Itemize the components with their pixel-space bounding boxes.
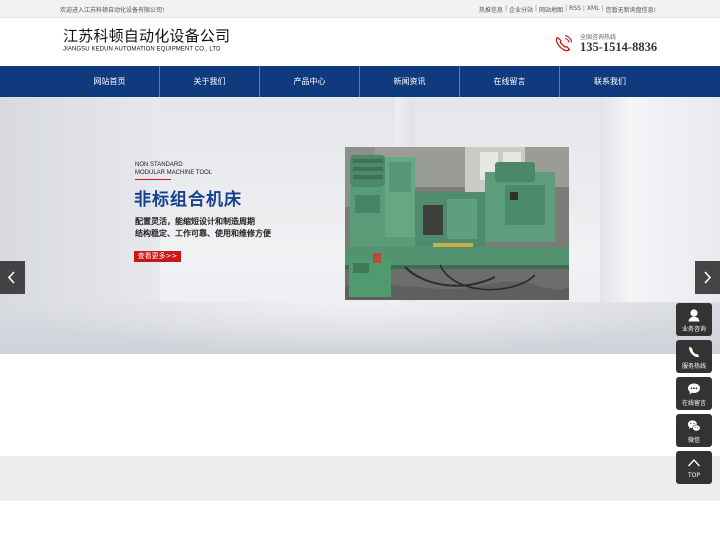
page: 欢迎进入江苏科顿自动化设备有限公司! 热推信息 | 企业分站 | 网站地图 | … xyxy=(0,0,720,540)
nav-item-products[interactable]: 产品中心 xyxy=(260,66,360,97)
phone-icon xyxy=(689,346,700,358)
chat-bubble-icon xyxy=(688,383,700,395)
content-band xyxy=(0,456,720,501)
banner-description-line-1: 配置灵活，能缩短设计和制造周期 xyxy=(135,217,255,226)
view-more-button[interactable]: 查看更多>> xyxy=(134,251,181,262)
side-button-label: 在线留言 xyxy=(681,400,706,407)
hero-banner: NON STANDARD MODULAR MACHINE TOOL 非标组合机床… xyxy=(0,97,720,354)
side-button-back-to-top[interactable]: TOP xyxy=(676,451,712,484)
main-nav: 网站首页 关于我们 产品中心 新闻资讯 在线留言 联系我们 xyxy=(0,66,720,97)
chevron-right-icon xyxy=(704,271,712,284)
machine-tool-photo xyxy=(345,147,569,300)
banner-english-line-1: NON STANDARD xyxy=(135,162,183,168)
banner-description: 配置灵活，能缩短设计和制造周期 结构稳定、工作可靠、使用和维修方便 xyxy=(135,216,271,240)
top-link-rss[interactable]: RSS xyxy=(569,5,581,14)
side-button-label: TOP xyxy=(687,472,700,479)
side-button-wechat[interactable]: 微信 xyxy=(676,414,712,447)
top-link-xml[interactable]: XML xyxy=(587,5,600,14)
nav-item-message[interactable]: 在线留言 xyxy=(460,66,560,97)
logo-company-name: 江苏科顿自动化设备公司 xyxy=(63,27,231,45)
banner-red-divider xyxy=(135,179,171,180)
user-icon xyxy=(688,309,700,322)
side-button-label: 服务热线 xyxy=(681,363,706,370)
side-button-online-message[interactable]: 在线留言 xyxy=(676,377,712,410)
logo-english-name: JIANGSU KEDUN AUTOMATION EQUIPMENT CO., … xyxy=(63,46,221,53)
banner-prev-button[interactable] xyxy=(0,261,25,294)
phone-icon xyxy=(555,35,573,52)
nav-item-about[interactable]: 关于我们 xyxy=(160,66,260,97)
hotline: 全国咨询热线 135-1514-8836 xyxy=(553,32,673,58)
top-links: 热推信息 | 企业分站 | 网站地图 | RSS | XML | 您暂无新询盘信… xyxy=(479,5,656,14)
chevron-up-icon xyxy=(687,458,701,467)
logo[interactable]: 江苏科顿自动化设备公司 JIANGSU KEDUN AUTOMATION EQU… xyxy=(63,28,230,53)
header: 江苏科顿自动化设备公司 JIANGSU KEDUN AUTOMATION EQU… xyxy=(0,18,720,66)
banner-english-line-2: MODULAR MACHINE TOOL xyxy=(135,170,213,176)
top-link-substations[interactable]: 企业分站 xyxy=(509,5,533,14)
side-button-service-hotline[interactable]: 服务热线 xyxy=(676,340,712,373)
top-bar: 欢迎进入江苏科顿自动化设备有限公司! 热推信息 | 企业分站 | 网站地图 | … xyxy=(0,0,720,18)
top-link-sitemap[interactable]: 网站地图 xyxy=(539,5,563,14)
side-button-label: 微信 xyxy=(687,437,700,444)
hotline-number: 135-1514-8836 xyxy=(580,40,658,54)
welcome-text: 欢迎进入江苏科顿自动化设备有限公司! xyxy=(60,7,165,14)
side-button-label: 业务咨询 xyxy=(681,326,706,333)
wechat-icon xyxy=(687,420,701,432)
banner-english-slogan: NON STANDARD MODULAR MACHINE TOOL xyxy=(135,161,212,177)
banner-title: 非标组合机床 xyxy=(134,190,242,210)
nav-item-home[interactable]: 网站首页 xyxy=(60,66,160,97)
nav-item-contact[interactable]: 联系我们 xyxy=(560,66,660,97)
banner-floor xyxy=(0,302,720,354)
side-button-business-consult[interactable]: 业务咨询 xyxy=(676,303,712,336)
top-link-hot-info[interactable]: 热推信息 xyxy=(479,5,503,14)
banner-description-line-2: 结构稳定、工作可靠、使用和维修方便 xyxy=(135,229,271,238)
inquiry-notice[interactable]: 您暂无新询盘信息! xyxy=(606,5,656,14)
banner-next-button[interactable] xyxy=(695,261,720,294)
chevron-left-icon xyxy=(7,271,15,284)
banner-background xyxy=(600,97,630,302)
nav-item-news[interactable]: 新闻资讯 xyxy=(360,66,460,97)
